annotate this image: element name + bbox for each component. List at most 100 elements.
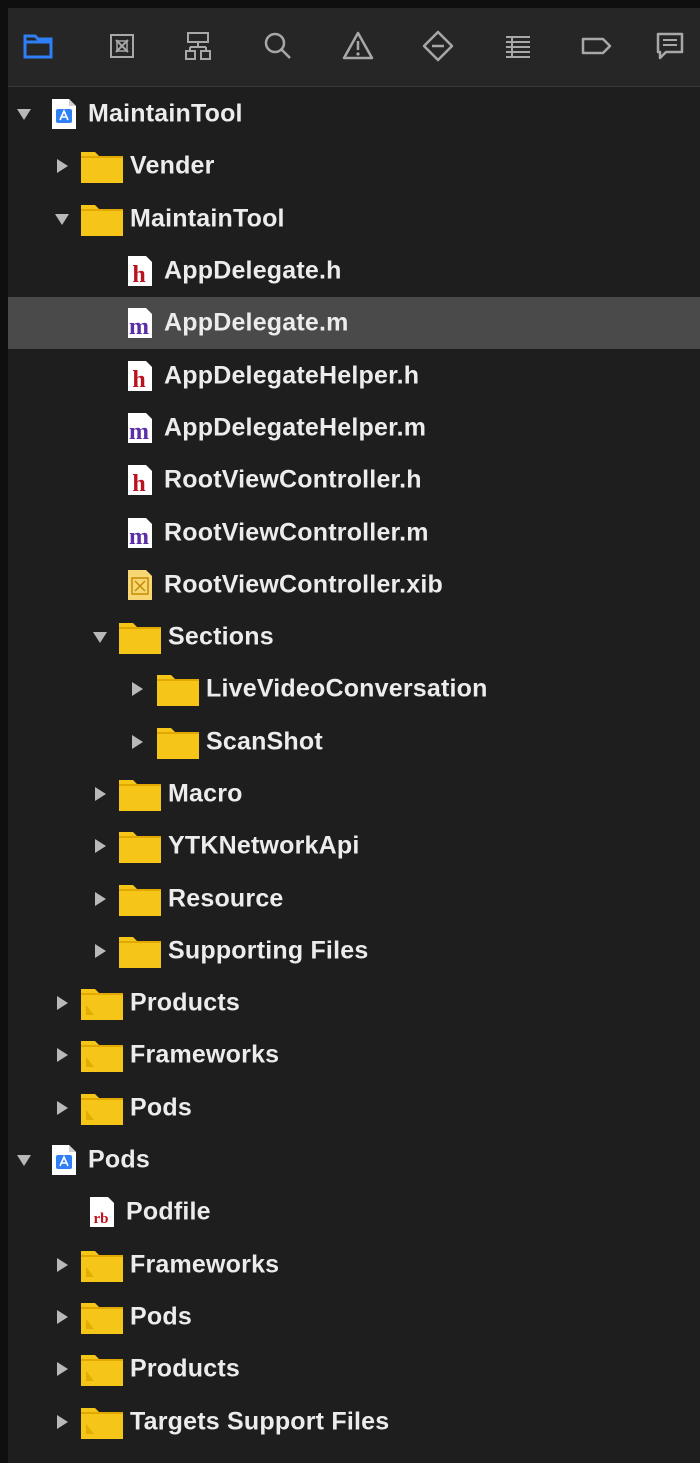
folder-icon <box>80 1246 124 1284</box>
disclosure-closed-icon[interactable] <box>52 1359 72 1379</box>
tree-row[interactable]: h AppDelegateHelper.h <box>8 349 700 401</box>
debug-list-icon <box>500 28 536 69</box>
tree-row[interactable]: m AppDelegateHelper.m <box>8 402 700 454</box>
symbol-navigator-tab[interactable] <box>178 28 218 68</box>
disclosure-open-icon[interactable] <box>14 1150 34 1170</box>
search-tab[interactable] <box>258 28 298 68</box>
tree-row[interactable]: YTKNetworkApi <box>8 820 700 872</box>
tree-row[interactable]: Products <box>8 977 700 1029</box>
disclosure-closed-icon[interactable] <box>90 784 110 804</box>
disclosure-closed-icon[interactable] <box>52 1098 72 1118</box>
tree-row-label: Frameworks <box>130 1250 280 1279</box>
tree-row[interactable]: ScanShot <box>8 716 700 768</box>
folder-icon <box>156 723 200 761</box>
header-file-icon: h <box>126 255 154 287</box>
tree-row[interactable]: Frameworks <box>8 1029 700 1081</box>
tree-row-label: Products <box>130 988 240 1017</box>
disclosure-closed-icon[interactable] <box>127 679 147 699</box>
tree-row[interactable]: Products <box>8 1343 700 1395</box>
folder-icon <box>118 775 162 813</box>
tree-row[interactable]: MaintainTool <box>8 193 700 245</box>
tree-row-label: LiveVideoConversation <box>206 674 488 703</box>
tree-row-label: YTKNetworkApi <box>168 831 360 860</box>
source-control-tab[interactable] <box>102 28 142 68</box>
tree-row[interactable]: LiveVideoConversation <box>8 663 700 715</box>
test-diamond-tab[interactable] <box>418 28 458 68</box>
folder-icon <box>80 147 124 185</box>
tree-row-label: MaintainTool <box>130 204 285 233</box>
file-tree: MaintainTool Vender MaintainTool h AppDelega… <box>8 88 700 1448</box>
folder-icon <box>118 618 162 656</box>
folder-icon <box>80 1403 124 1441</box>
tree-row-label: AppDelegate.m <box>164 308 349 337</box>
tree-row-label: Frameworks <box>130 1040 280 1069</box>
tree-row-label: Vender <box>130 151 215 180</box>
tree-row[interactable]: Vender <box>8 140 700 192</box>
disclosure-open-icon[interactable] <box>14 104 34 124</box>
svg-text:h: h <box>132 262 145 287</box>
disclosure-closed-icon[interactable] <box>52 1307 72 1327</box>
tree-row[interactable]: h AppDelegate.h <box>8 245 700 297</box>
disclosure-closed-icon[interactable] <box>90 889 110 909</box>
tree-row[interactable]: MaintainTool <box>8 88 700 140</box>
tree-row-label: Sections <box>168 622 274 651</box>
disclosure-open-icon[interactable] <box>90 627 110 647</box>
tree-row-label: Podfile <box>126 1197 211 1226</box>
folder-icon <box>80 984 124 1022</box>
tree-row-label: Macro <box>168 779 243 808</box>
folder-icon <box>80 1036 124 1074</box>
tree-row[interactable]: Resource <box>8 872 700 924</box>
report-bubble-icon <box>652 28 688 69</box>
folder-navigator-tab[interactable] <box>18 28 58 68</box>
source-control-icon <box>104 28 140 69</box>
tree-row[interactable]: m RootViewController.m <box>8 506 700 558</box>
tree-row[interactable]: RootViewController.xib <box>8 559 700 611</box>
tree-row[interactable]: h RootViewController.h <box>8 454 700 506</box>
breakpoint-tag-icon <box>578 28 614 69</box>
tree-row-label: Targets Support Files <box>130 1407 390 1436</box>
tree-row[interactable]: m AppDelegate.m <box>8 297 700 350</box>
header-file-icon: h <box>126 464 154 496</box>
disclosure-closed-icon[interactable] <box>52 1255 72 1275</box>
tree-row-label: Resource <box>168 884 284 913</box>
disclosure-closed-icon[interactable] <box>52 1045 72 1065</box>
tree-row-label: AppDelegate.h <box>164 256 342 285</box>
tree-row[interactable]: Frameworks <box>8 1239 700 1291</box>
folder-icon <box>118 880 162 918</box>
tree-row[interactable]: Supporting Files <box>8 925 700 977</box>
tree-row[interactable]: Pods <box>8 1134 700 1186</box>
objc-file-icon: m <box>126 517 154 549</box>
disclosure-closed-icon[interactable] <box>52 156 72 176</box>
disclosure-closed-icon[interactable] <box>52 993 72 1013</box>
breakpoint-tag-tab[interactable] <box>576 28 616 68</box>
tree-row-label: RootViewController.xib <box>164 570 443 599</box>
disclosure-open-icon[interactable] <box>52 209 72 229</box>
tree-row-label: RootViewController.m <box>164 518 429 547</box>
tree-row[interactable]: Macro <box>8 768 700 820</box>
warning-icon <box>340 28 376 69</box>
xcode-project-icon <box>50 98 78 130</box>
folder-icon <box>80 200 124 238</box>
tree-row[interactable]: Sections <box>8 611 700 663</box>
symbol-navigator-icon <box>180 28 216 69</box>
folder-icon <box>80 1350 124 1388</box>
disclosure-closed-icon[interactable] <box>127 732 147 752</box>
warning-tab[interactable] <box>338 28 378 68</box>
tree-row-label: MaintainTool <box>88 99 243 128</box>
folder-icon <box>118 932 162 970</box>
report-bubble-tab[interactable] <box>650 28 690 68</box>
tree-row[interactable]: rb Podfile <box>8 1186 700 1238</box>
tree-row-label: Products <box>130 1354 240 1383</box>
search-icon <box>260 28 296 69</box>
objc-file-icon: m <box>126 307 154 339</box>
disclosure-closed-icon[interactable] <box>90 836 110 856</box>
debug-list-tab[interactable] <box>498 28 538 68</box>
tree-row[interactable]: Pods <box>8 1291 700 1343</box>
tree-row[interactable]: Pods <box>8 1082 700 1134</box>
svg-text:m: m <box>129 524 149 549</box>
disclosure-closed-icon[interactable] <box>52 1412 72 1432</box>
tree-row-label: RootViewController.h <box>164 465 422 494</box>
navigator-toolbar <box>8 8 700 87</box>
tree-row[interactable]: Targets Support Files <box>8 1395 700 1447</box>
disclosure-closed-icon[interactable] <box>90 941 110 961</box>
